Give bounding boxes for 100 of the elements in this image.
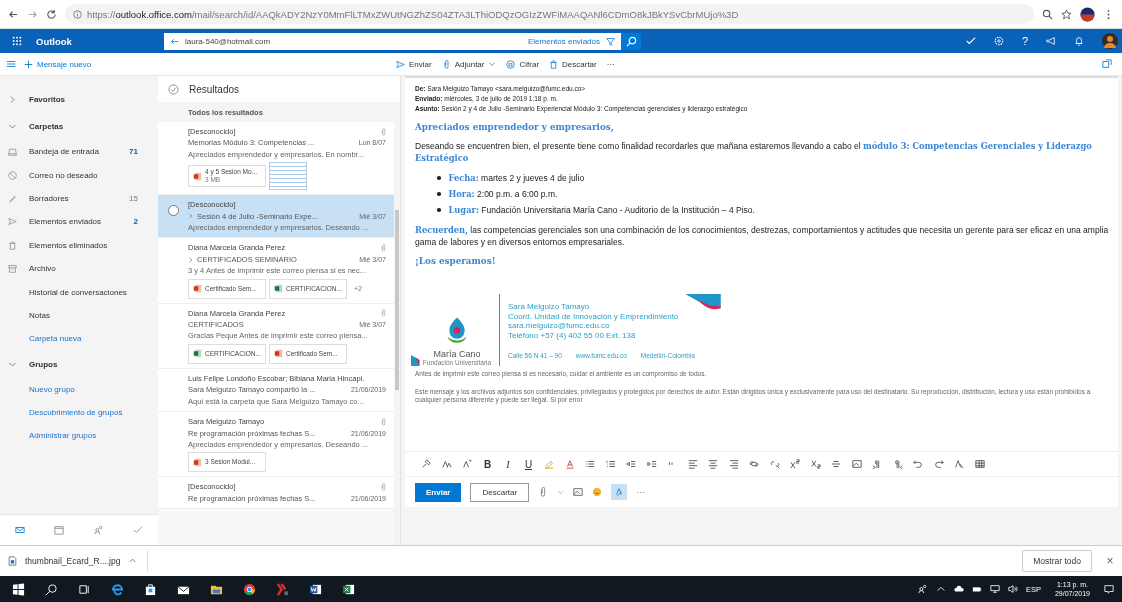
align-right-icon[interactable] <box>728 459 739 469</box>
superscript-icon[interactable] <box>790 459 800 469</box>
search-scope[interactable]: Elementos enviados <box>527 36 600 46</box>
nav-section[interactable]: Carpetas <box>29 122 138 131</box>
bullet-icon <box>437 208 441 212</box>
nav-link[interactable]: Nuevo grupo <box>29 384 138 394</box>
close-button[interactable]: × <box>1104 554 1116 568</box>
scrollbar[interactable] <box>394 102 400 545</box>
powerpoint-icon <box>193 284 202 294</box>
folder-item[interactable]: Correo no deseado <box>29 170 138 180</box>
folder-item[interactable]: Bandeja de entrada <box>29 147 130 157</box>
task-view-icon[interactable] <box>78 582 91 596</box>
emoji-icon[interactable] <box>592 487 603 497</box>
bell-icon[interactable] <box>1074 36 1084 46</box>
address-bar[interactable]: https://outlook.office.com/mail/search/id/AAQkADY2NzY0MmFlLTMxZWUtNGZhZS04ZTA3LThiODQzOGIzZWFiMAAQANl6CDmO8kJBkYSvCbrMUjo%3D <box>65 4 1034 24</box>
menu-icon[interactable] <box>6 59 16 69</box>
search-button[interactable] <box>621 32 641 50</box>
link-icon[interactable] <box>749 459 759 469</box>
new-message-button[interactable]: Mensaje nuevo <box>24 59 92 69</box>
select-radio[interactable] <box>167 205 179 217</box>
subscript-icon[interactable] <box>810 459 821 469</box>
list-item: Fecha: martes 2 y jueves 4 de julio <box>448 172 585 184</box>
more-button[interactable]: ··· <box>636 487 646 497</box>
reload-icon[interactable] <box>46 8 57 20</box>
undo-icon[interactable] <box>913 459 923 469</box>
spellcheck-icon[interactable] <box>611 484 628 500</box>
send-button[interactable]: Enviar <box>415 482 462 502</box>
filter-icon[interactable] <box>606 36 615 46</box>
popout-icon[interactable] <box>1102 59 1112 69</box>
folder-item[interactable]: Archivo <box>29 264 138 274</box>
folder-item[interactable]: Elementos eliminados <box>29 240 138 250</box>
antivirus-icon[interactable] <box>276 582 289 596</box>
app-name: Outlook <box>36 35 73 47</box>
excel-icon[interactable] <box>342 582 355 596</box>
edge-browser-icon[interactable] <box>111 582 124 596</box>
notifications-icon[interactable] <box>1104 584 1114 594</box>
redo-icon[interactable] <box>933 459 944 469</box>
nav-link[interactable]: Carpeta nueva <box>29 334 138 344</box>
grow-icon[interactable] <box>462 459 472 469</box>
checkmark-icon[interactable] <box>965 36 976 46</box>
logo-name: María Cano <box>433 349 481 359</box>
discard-button[interactable]: Descartar <box>549 59 597 69</box>
image-icon[interactable] <box>573 487 584 497</box>
paint-icon[interactable] <box>421 459 431 469</box>
image-thumbnail[interactable] <box>269 162 307 191</box>
color-icon[interactable] <box>564 459 575 469</box>
people-icon[interactable] <box>917 584 928 594</box>
fontsize-icon[interactable] <box>441 459 452 469</box>
settings-icon[interactable] <box>993 36 1004 46</box>
nav-section[interactable]: Grupos <box>29 359 138 369</box>
discard-button[interactable]: Descartar <box>470 482 530 502</box>
battery-icon[interactable] <box>971 584 982 594</box>
table-icon[interactable] <box>974 459 985 469</box>
user-avatar[interactable] <box>1102 33 1118 49</box>
nav-section[interactable]: Favoritos <box>29 95 138 104</box>
nav-link[interactable]: Administrar grupos <box>29 431 138 441</box>
numbers-icon[interactable] <box>605 459 616 469</box>
closing-text: ¡Los esperamos! <box>415 256 497 266</box>
download-item[interactable]: thumbnail_Ecard_R....jpg <box>6 550 149 572</box>
unread-count: 15 <box>129 193 138 203</box>
cloud-icon[interactable] <box>953 584 964 594</box>
megaphone-icon[interactable] <box>1046 36 1056 46</box>
checkmark-icon[interactable] <box>133 525 144 535</box>
word-icon[interactable] <box>309 582 322 596</box>
attach-button[interactable]: Adjuntar <box>441 59 497 69</box>
search-field[interactable]: laura-540@hotmail.com Elementos enviados <box>164 32 621 50</box>
outdent-icon[interactable] <box>626 459 636 469</box>
more-button[interactable]: ··· <box>606 59 615 69</box>
folder-item[interactable]: Notas <box>29 310 138 320</box>
search-icon[interactable] <box>45 582 58 596</box>
align-center-icon[interactable] <box>708 459 718 469</box>
store-bag-icon[interactable] <box>144 582 157 596</box>
chrome-icon[interactable] <box>243 582 256 596</box>
powerpoint-icon <box>193 171 202 181</box>
indent-icon[interactable] <box>646 459 657 469</box>
network-icon[interactable] <box>989 584 1000 594</box>
image-icon[interactable] <box>851 459 862 469</box>
nav-link[interactable]: Descubrimiento de grupos <box>29 408 138 418</box>
info-icon[interactable] <box>73 9 82 19</box>
format-button[interactable]: B <box>482 458 493 470</box>
align-left-icon[interactable] <box>687 459 698 469</box>
zoom-icon[interactable] <box>1042 8 1053 20</box>
bullets-icon[interactable] <box>585 459 595 469</box>
folder-item[interactable]: Borradores <box>29 193 130 203</box>
format-button[interactable]: U <box>523 458 534 470</box>
folder-item[interactable]: Historial de conversaciones <box>29 287 138 297</box>
folder-item[interactable]: Elementos enviados <box>29 217 134 227</box>
show-all-button[interactable]: Mostrar todo <box>1022 550 1092 572</box>
format-button[interactable]: I <box>503 458 513 470</box>
chevron-up-icon[interactable] <box>935 584 946 594</box>
app-launcher-icon[interactable] <box>12 36 22 46</box>
volume-icon[interactable] <box>1007 584 1018 594</box>
clear-icon[interactable] <box>954 459 964 469</box>
help-button[interactable]: ? <box>1021 35 1028 47</box>
start-icon[interactable] <box>12 582 25 596</box>
encrypt-button[interactable]: Cifrar <box>506 59 540 69</box>
send-button[interactable]: Enviar <box>396 59 432 69</box>
star-icon[interactable] <box>1061 8 1072 20</box>
profile-avatar[interactable] <box>1080 6 1095 22</box>
strike-icon[interactable] <box>831 459 841 469</box>
